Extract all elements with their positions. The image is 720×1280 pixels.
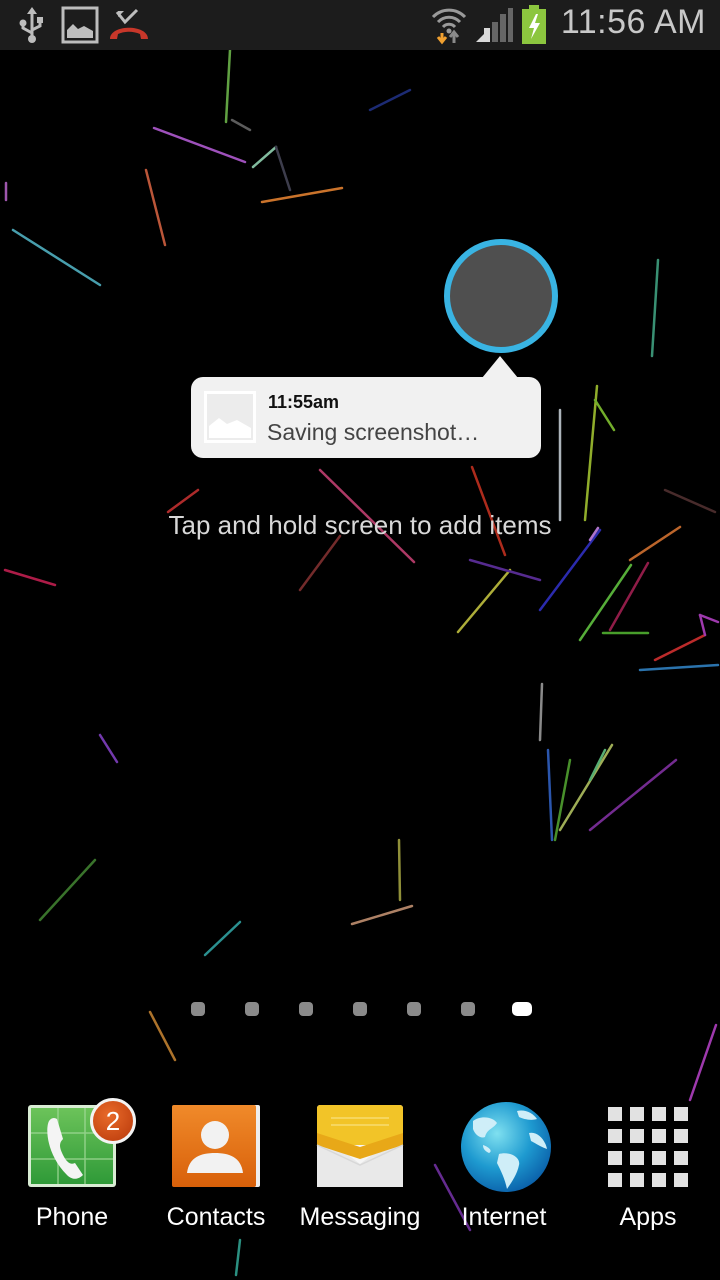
notification-badge: 2 xyxy=(90,1098,136,1144)
wallpaper-streak xyxy=(224,50,232,124)
contacts-icon xyxy=(171,1099,261,1189)
page-dot[interactable] xyxy=(191,1002,205,1016)
wallpaper-streak xyxy=(368,88,412,112)
wallpaper-streak xyxy=(538,528,602,612)
screenshot-thumbnail-icon xyxy=(204,391,256,443)
wallpaper-streak xyxy=(3,568,57,587)
dock-label: Contacts xyxy=(166,1203,266,1231)
wallpaper-streak xyxy=(588,758,678,832)
wallpaper-streak xyxy=(456,568,512,634)
dock-label: Apps xyxy=(619,1203,677,1231)
usb-icon xyxy=(18,6,46,48)
wallpaper-streak xyxy=(251,145,278,169)
wallpaper-streak xyxy=(397,838,402,902)
wallpaper-streak xyxy=(230,118,252,132)
wallpaper-streak xyxy=(663,488,717,514)
wallpaper-streak xyxy=(274,145,292,192)
wallpaper-streak xyxy=(234,1238,242,1277)
page-dot-active[interactable] xyxy=(512,1002,532,1016)
wallpaper-streak xyxy=(578,563,633,642)
dock-item-apps[interactable]: Apps xyxy=(576,1095,720,1245)
screenshot-capture-indicator xyxy=(444,239,558,353)
page-dot[interactable] xyxy=(407,1002,421,1016)
clock: 11:56 AM xyxy=(560,3,706,41)
wallpaper-streak xyxy=(38,858,97,922)
wallpaper-streak xyxy=(148,1010,177,1062)
wallpaper-streak xyxy=(152,126,247,164)
wallpaper-streak xyxy=(203,920,242,957)
dock-label: Internet xyxy=(461,1203,547,1231)
toast-pointer xyxy=(482,356,518,378)
home-hint-text: Tap and hold screen to add items xyxy=(168,510,552,540)
wallpaper-streak xyxy=(650,258,660,358)
wallpaper-streak xyxy=(98,733,119,764)
dock-item-internet[interactable]: Internet xyxy=(432,1095,576,1245)
messaging-icon xyxy=(315,1099,405,1189)
wallpaper-streak xyxy=(608,561,650,632)
page-indicator[interactable] xyxy=(0,1002,720,1018)
apps-grid-icon xyxy=(603,1099,693,1189)
wallpaper-streak xyxy=(538,682,544,742)
wallpaper-streak xyxy=(588,748,607,782)
page-dot[interactable] xyxy=(299,1002,313,1016)
wallpaper-streak xyxy=(11,228,102,287)
wallpaper-streak xyxy=(350,904,414,926)
status-bar[interactable]: 11:56 AM xyxy=(0,0,720,50)
wallpaper-streak xyxy=(653,633,707,662)
toast-time: 11:55am xyxy=(268,392,340,412)
wifi-icon xyxy=(431,5,467,49)
dock-item-phone[interactable]: 2 Phone xyxy=(0,1095,144,1245)
wallpaper-streak xyxy=(638,663,720,672)
page-dot[interactable] xyxy=(461,1002,475,1016)
dock-item-contacts[interactable]: Contacts xyxy=(144,1095,288,1245)
page-dot[interactable] xyxy=(245,1002,259,1016)
page-dot[interactable] xyxy=(353,1002,367,1016)
internet-globe-icon xyxy=(459,1099,551,1192)
wallpaper-streak xyxy=(593,398,616,432)
wallpaper-streak xyxy=(583,384,599,522)
screenshot-image-icon xyxy=(61,6,99,48)
dock-item-messaging[interactable]: Messaging xyxy=(288,1095,432,1245)
wallpaper-streak xyxy=(144,168,167,247)
wallpaper-streak xyxy=(260,186,344,204)
toast-message: Saving screenshot… xyxy=(267,419,480,445)
signal-icon xyxy=(474,6,514,48)
wallpaper-streak xyxy=(688,1023,718,1102)
dock-label: Phone xyxy=(35,1203,109,1231)
wallpaper-streak xyxy=(698,613,707,637)
battery-charging-icon xyxy=(521,5,547,49)
missed-call-icon xyxy=(107,6,151,48)
screenshot-toast[interactable]: 11:55am Saving screenshot… xyxy=(191,377,541,458)
wallpaper-streak xyxy=(546,748,554,842)
wallpaper-streak xyxy=(166,488,200,514)
dock-label: Messaging xyxy=(299,1203,421,1231)
wallpaper-streak xyxy=(298,534,342,592)
